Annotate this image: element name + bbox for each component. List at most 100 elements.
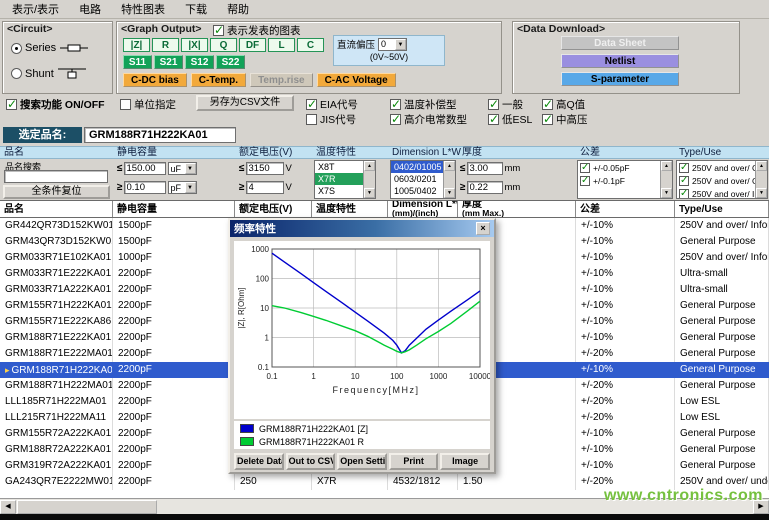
close-icon[interactable]: × xyxy=(476,222,490,235)
scroll-up-icon[interactable]: ▲ xyxy=(756,161,767,171)
general-toggle[interactable]: 一般 xyxy=(488,97,523,112)
menu-item-item[interactable]: 电路 xyxy=(69,0,111,19)
temp-comp-toggle[interactable]: 温度补偿型 xyxy=(390,97,457,112)
table-header-3[interactable]: 温度特性 xyxy=(312,201,388,217)
capacitance-min-input[interactable] xyxy=(124,181,166,194)
type-use-option-2[interactable]: 250V and over/ Informat xyxy=(677,187,767,199)
popup-button-image[interactable]: Image xyxy=(440,453,490,470)
download-button-netlist[interactable]: Netlist xyxy=(561,54,679,68)
series-radio-icon[interactable] xyxy=(11,43,22,54)
general-checkbox[interactable] xyxy=(488,99,499,110)
checkbox-icon[interactable] xyxy=(679,163,689,173)
mid-hv-checkbox[interactable] xyxy=(542,114,553,125)
scrollbar[interactable]: ▲▼ xyxy=(443,161,455,198)
menu-item-item[interactable]: 帮助 xyxy=(217,0,259,19)
download-button-s-parameter[interactable]: S-parameter xyxy=(561,72,679,86)
type-use-option-0[interactable]: 250V and over/ Camera xyxy=(677,161,767,174)
graph-button-s21[interactable]: S21 xyxy=(154,55,183,69)
tolerance-option-0[interactable]: +/-0.05pF xyxy=(578,161,672,174)
graph-button-c[interactable]: C xyxy=(297,38,324,52)
scroll-down-icon[interactable]: ▼ xyxy=(364,188,375,198)
graph-button-s22[interactable]: S22 xyxy=(216,55,245,69)
scroll-down-icon[interactable]: ▼ xyxy=(444,188,455,198)
chevron-down-icon[interactable]: ▼ xyxy=(185,163,196,174)
graph-button-df[interactable]: DF xyxy=(239,38,266,52)
char-button-c-ac-voltage[interactable]: C-AC Voltage xyxy=(317,73,396,87)
popup-button-delete-data[interactable]: Delete Data xyxy=(234,453,284,470)
low-esl-toggle[interactable]: 低ESL xyxy=(488,112,532,127)
save-csv-button[interactable]: 另存为CSV文件 xyxy=(196,95,294,111)
chevron-down-icon[interactable]: ▼ xyxy=(395,39,406,50)
table-header-0[interactable]: 品名 xyxy=(0,201,113,217)
dc-bias-select[interactable]: 0 ▼ xyxy=(378,38,407,51)
char-button-c-dc-bias[interactable]: C-DC bias xyxy=(123,73,187,87)
table-header-6[interactable]: 公差 xyxy=(576,201,675,217)
overlay-graph-checkbox[interactable] xyxy=(213,25,224,36)
scroll-down-icon[interactable]: ▼ xyxy=(661,188,672,198)
popup-button-print[interactable]: Print xyxy=(389,453,439,470)
search-toggle-checkbox[interactable] xyxy=(6,99,17,110)
graph-button-r[interactable]: R xyxy=(152,38,179,52)
graph-button-q[interactable]: Q xyxy=(210,38,237,52)
popup-button-open-setting[interactable]: Open Setting xyxy=(337,453,387,470)
capacitance-max-unit-select[interactable]: uF▼ xyxy=(168,162,197,175)
capacitance-min-unit-select[interactable]: pF▼ xyxy=(168,181,197,194)
graph-button-z[interactable]: |Z| xyxy=(123,38,150,52)
series-radio[interactable]: Series xyxy=(11,42,89,54)
graph-button-l[interactable]: L xyxy=(268,38,295,52)
high-q-toggle[interactable]: 高Q值 xyxy=(542,97,585,112)
scroll-left-icon[interactable]: ◀ xyxy=(0,500,16,514)
checkbox-icon[interactable] xyxy=(580,176,590,186)
shunt-radio[interactable]: Shunt xyxy=(11,66,87,81)
tolerance-option-1[interactable]: +/-0.1pF xyxy=(578,174,672,187)
voltage-max-input[interactable] xyxy=(246,162,284,175)
high-k-checkbox[interactable] xyxy=(390,114,401,125)
scroll-up-icon[interactable]: ▲ xyxy=(444,161,455,171)
scroll-up-icon[interactable]: ▲ xyxy=(364,161,375,171)
popup-button-out-to-csv[interactable]: Out to CSV xyxy=(286,453,336,470)
eia-code-toggle[interactable]: EIA代号 xyxy=(306,97,358,112)
scrollbar[interactable]: ▲▼ xyxy=(755,161,767,198)
jis-code-toggle[interactable]: JIS代号 xyxy=(306,112,356,127)
table-header-5[interactable]: 厚度(mm Max.) xyxy=(458,201,576,217)
type-use-option-1[interactable]: 250V and over/ General xyxy=(677,174,767,187)
table-header-7[interactable]: Type/Use xyxy=(675,201,769,217)
high-k-toggle[interactable]: 高介电常数型 xyxy=(390,112,467,127)
high-q-checkbox[interactable] xyxy=(542,99,553,110)
menu-item-item[interactable]: 下载 xyxy=(175,0,217,19)
scrollbar[interactable]: ▲▼ xyxy=(363,161,375,198)
chevron-down-icon[interactable]: ▼ xyxy=(185,182,196,193)
voltage-min-input[interactable] xyxy=(246,181,284,194)
shunt-radio-icon[interactable] xyxy=(11,68,22,79)
unit-toggle[interactable]: 单位指定 xyxy=(120,97,176,112)
tolerance-checklist[interactable]: ▲ ▼ +/-0.05pF+/-0.1pF xyxy=(577,160,673,199)
capacitance-max-input[interactable] xyxy=(124,162,166,175)
name-search-input[interactable] xyxy=(4,170,108,183)
jis-code-checkbox[interactable] xyxy=(306,114,317,125)
eia-code-checkbox[interactable] xyxy=(306,99,317,110)
low-esl-checkbox[interactable] xyxy=(488,114,499,125)
temp-char-listbox[interactable]: ▲▼ X8TX7RX7S xyxy=(314,160,376,199)
type-use-checklist[interactable]: ▲▼ 250V and over/ Camera250V and over/ G… xyxy=(676,160,768,199)
overlay-graph-toggle[interactable]: 表示发表的图表 xyxy=(213,23,301,38)
graph-button-s12[interactable]: S12 xyxy=(185,55,214,69)
table-header-2[interactable]: 额定电压(V) xyxy=(235,201,312,217)
scroll-down-icon[interactable]: ▼ xyxy=(756,188,767,198)
dialog-title-bar[interactable]: 频率特性 × xyxy=(230,220,494,237)
table-header-4[interactable]: Dimension L*W(mm)/(inch) xyxy=(388,201,458,217)
menu-item-item[interactable]: 特性图表 xyxy=(111,0,175,19)
temp-comp-checkbox[interactable] xyxy=(390,99,401,110)
search-toggle[interactable]: 搜索功能 ON/OFF xyxy=(6,97,105,112)
thickness-max-input[interactable] xyxy=(467,162,503,175)
thickness-min-input[interactable] xyxy=(467,181,503,194)
scrollbar-thumb[interactable] xyxy=(17,500,157,514)
checkbox-icon[interactable] xyxy=(580,163,590,173)
checkbox-icon[interactable] xyxy=(679,176,689,186)
graph-button-x[interactable]: |X| xyxy=(181,38,208,52)
scroll-up-icon[interactable]: ▲ xyxy=(661,161,672,171)
graph-button-s11[interactable]: S11 xyxy=(123,55,152,69)
char-button-c-temp[interactable]: C-Temp. xyxy=(191,73,246,87)
mid-hv-toggle[interactable]: 中高压 xyxy=(542,112,588,127)
dimension-listbox[interactable]: ▲▼ 0402/010050603/02011005/0402 xyxy=(390,160,456,199)
reset-all-filters-button[interactable]: 全条件复位 xyxy=(3,185,110,199)
